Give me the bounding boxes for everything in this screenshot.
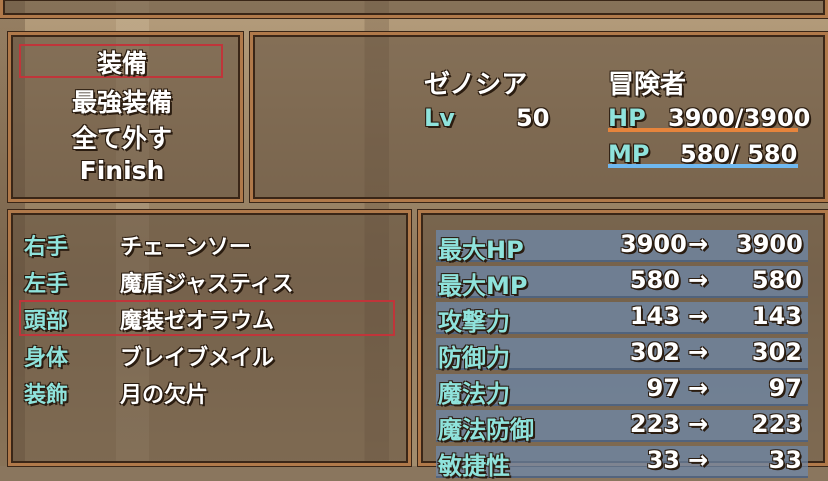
hp-gauge [608,128,798,132]
param-new-magic-attack: 97 [768,374,802,402]
param-arrow: → [688,446,709,474]
slot-item-head[interactable]: 魔装ゼオラウム [120,303,274,335]
actor-class: 冒険者 [608,70,687,100]
param-name-attack: 攻撃力 [438,308,510,336]
slot-item-accessory[interactable]: 月の欠片 [120,377,208,409]
slot-label-accessory[interactable]: 装飾 [24,377,68,409]
param-current-max-mp: 580 [629,266,680,294]
param-name-max-mp: 最大MP [438,272,528,300]
mp-gauge [608,164,798,168]
param-new-attack: 143 [751,302,802,330]
param-new-defense: 302 [751,338,802,366]
param-name-agility: 敏捷性 [438,452,510,480]
param-arrow: → [688,230,709,258]
slot-item-body[interactable]: ブレイブメイル [120,340,274,372]
command-optimize[interactable]: 最強装備 [16,83,228,119]
param-current-max-hp: 3900 [620,230,687,258]
param-name-magic-attack: 魔法力 [438,380,510,408]
param-name-magic-defense: 魔法防御 [438,416,534,444]
slot-item-right-hand[interactable]: チェーンソー [120,229,251,261]
slot-label-body[interactable]: 身体 [24,340,68,372]
slot-label-head[interactable]: 頭部 [24,303,68,335]
param-new-agility: 33 [768,446,802,474]
param-current-agility: 33 [646,446,680,474]
param-arrow: → [688,266,709,294]
top-window-edge [0,0,828,18]
level-label: Lv [424,104,455,132]
command-clear[interactable]: 全て外す [16,119,228,155]
param-arrow: → [688,374,709,402]
slot-label-left-hand[interactable]: 左手 [24,266,68,298]
param-arrow: → [688,338,709,366]
command-equip[interactable]: 装備 [16,44,228,80]
level-value: 50 [516,104,550,132]
actor-name: ゼノシア [424,70,528,100]
param-name-defense: 防御力 [438,344,510,372]
command-finish[interactable]: Finish [16,156,228,185]
param-new-max-hp: 3900 [736,230,803,258]
param-current-magic-defense: 223 [629,410,680,438]
param-current-attack: 143 [629,302,680,330]
slot-label-right-hand[interactable]: 右手 [24,229,68,261]
param-name-max-hp: 最大HP [438,236,524,264]
param-arrow: → [688,302,709,330]
slot-item-left-hand[interactable]: 魔盾ジャスティス [120,266,294,298]
param-arrow: → [688,410,709,438]
param-new-magic-defense: 223 [751,410,802,438]
param-current-magic-attack: 97 [646,374,680,402]
param-new-max-mp: 580 [751,266,802,294]
param-current-defense: 302 [629,338,680,366]
